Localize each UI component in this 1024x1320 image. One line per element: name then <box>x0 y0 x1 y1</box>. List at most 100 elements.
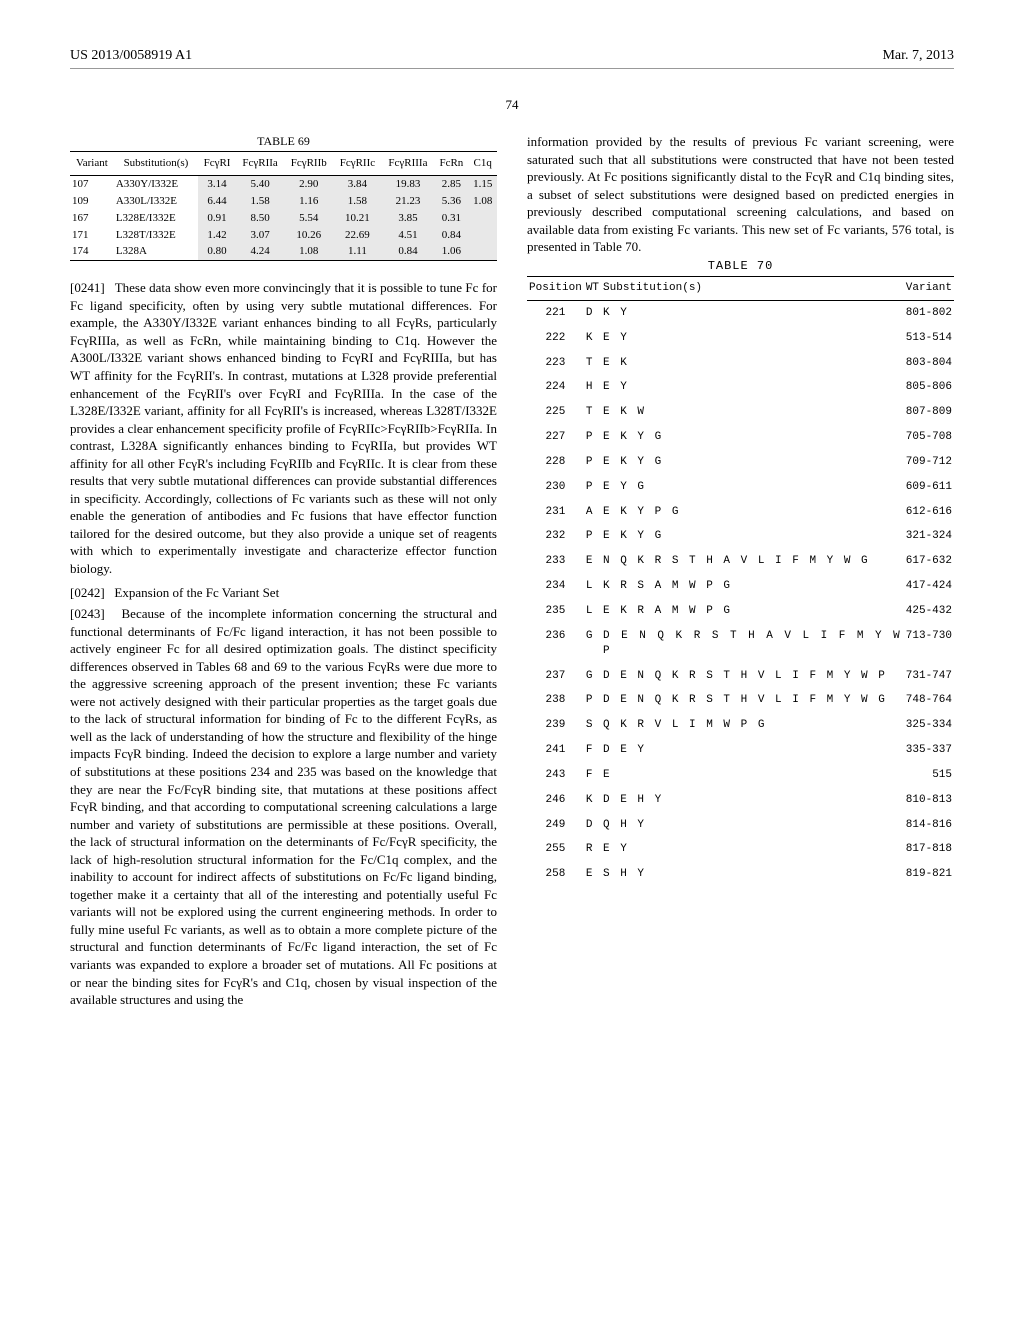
table-cell: 171 <box>70 227 114 244</box>
table-cell: 5.54 <box>284 210 333 227</box>
table-cell: L <box>584 574 601 599</box>
table-row: 231AE K Y P G612-616 <box>527 500 954 525</box>
table-cell <box>468 243 497 260</box>
table-cell <box>468 210 497 227</box>
table-cell: 221 <box>527 300 584 325</box>
table-row: 235LE K R A M W P G425-432 <box>527 599 954 624</box>
table-cell: 1.58 <box>236 193 284 210</box>
table-cell: Q K R V L I M W P G <box>601 713 904 738</box>
table-cell: D <box>584 813 601 838</box>
table-cell: 425-432 <box>904 599 954 624</box>
table-cell: 417-424 <box>904 574 954 599</box>
table-cell: 515 <box>904 763 954 788</box>
table-cell: S <box>584 713 601 738</box>
table-cell: D <box>584 300 601 325</box>
table-cell: 609-611 <box>904 475 954 500</box>
para-text: These data show even more convincingly t… <box>70 280 497 576</box>
table-cell: 612-616 <box>904 500 954 525</box>
table-cell: 1.08 <box>468 193 497 210</box>
table-cell: P <box>584 450 601 475</box>
table-cell: 1.42 <box>198 227 236 244</box>
table-cell: G <box>584 664 601 689</box>
table-cell: A330L/I332E <box>114 193 198 210</box>
table-cell: P <box>584 425 601 450</box>
table-70: TABLE 70 PositionWTSubstitution(s)Varian… <box>527 258 954 887</box>
table-cell: D E N Q K R S T H A V L I F M Y W P <box>601 624 904 664</box>
table-cell: 4.51 <box>382 227 435 244</box>
table-row: 174L328A0.804.241.081.110.841.06 <box>70 243 497 260</box>
table-cell: F <box>584 738 601 763</box>
table-cell: 243 <box>527 763 584 788</box>
table-cell: F <box>584 763 601 788</box>
publication-number: US 2013/0058919 A1 <box>70 48 192 64</box>
table-cell: 713-730 <box>904 624 954 664</box>
table-row: 222KE Y513-514 <box>527 326 954 351</box>
table-cell: 10.26 <box>284 227 333 244</box>
table-69-header-cell: C1q <box>468 152 497 176</box>
table-cell: 3.14 <box>198 176 236 193</box>
table-cell: S H Y <box>601 862 904 887</box>
table-cell: 2.90 <box>284 176 333 193</box>
table-cell: 3.84 <box>333 176 381 193</box>
table-cell: 224 <box>527 375 584 400</box>
table-row: 239SQ K R V L I M W P G325-334 <box>527 713 954 738</box>
table-cell: 241 <box>527 738 584 763</box>
table-cell: E K Y P G <box>601 500 904 525</box>
table-cell: E K R A M W P G <box>601 599 904 624</box>
table-cell: P <box>584 688 601 713</box>
table-cell: E K Y G <box>601 524 904 549</box>
table-row: 109A330L/I332E6.441.581.161.5821.235.361… <box>70 193 497 210</box>
table-cell: E Y <box>601 837 904 862</box>
para-text: Because of the incomplete information co… <box>70 606 497 1007</box>
table-cell: 107 <box>70 176 114 193</box>
table-cell: 2.85 <box>434 176 468 193</box>
table-cell: E K Y G <box>601 450 904 475</box>
table-cell: 1.15 <box>468 176 497 193</box>
table-row: 228PE K Y G709-712 <box>527 450 954 475</box>
table-cell: 617-632 <box>904 549 954 574</box>
table-cell: 230 <box>527 475 584 500</box>
table-cell: 237 <box>527 664 584 689</box>
table-cell: D E H Y <box>601 788 904 813</box>
table-cell: 8.50 <box>236 210 284 227</box>
table-cell: 255 <box>527 837 584 862</box>
table-cell: 705-708 <box>904 425 954 450</box>
publication-date: Mar. 7, 2013 <box>882 48 954 64</box>
table-70-header-cell: Position <box>527 277 584 301</box>
table-cell: 805-806 <box>904 375 954 400</box>
para-num: [0241] <box>70 280 105 295</box>
table-cell: 21.23 <box>382 193 435 210</box>
para-num: [0243] <box>70 606 105 621</box>
table-cell: N Q K R S T H A V L I F M Y W G <box>601 549 904 574</box>
table-cell: 109 <box>70 193 114 210</box>
table-cell: E <box>601 763 904 788</box>
table-cell: 3.07 <box>236 227 284 244</box>
table-69-header-cell: Variant <box>70 152 114 176</box>
table-70-header-cell: WT <box>584 277 601 301</box>
table-cell: 10.21 <box>333 210 381 227</box>
table-cell: E <box>584 862 601 887</box>
table-cell: L328A <box>114 243 198 260</box>
table-row: 233EN Q K R S T H A V L I F M Y W G617-6… <box>527 549 954 574</box>
table-69-header-cell: FcγRIIc <box>333 152 381 176</box>
table-cell: 167 <box>70 210 114 227</box>
table-cell: 810-813 <box>904 788 954 813</box>
table-row: 221DK Y801-802 <box>527 300 954 325</box>
table-cell: L328E/I332E <box>114 210 198 227</box>
table-row: 236GD E N Q K R S T H A V L I F M Y W P7… <box>527 624 954 664</box>
table-70-caption: TABLE 70 <box>527 258 954 274</box>
table-69-header-cell: FcγRIIIa <box>382 152 435 176</box>
table-cell: 239 <box>527 713 584 738</box>
table-cell: T <box>584 400 601 425</box>
table-69-header-cell: FcRn <box>434 152 468 176</box>
table-cell: G <box>584 624 601 664</box>
table-cell: D E N Q K R S T H V L I F M Y W G <box>601 688 904 713</box>
table-cell: 4.24 <box>236 243 284 260</box>
table-cell: 803-804 <box>904 351 954 376</box>
table-cell: P <box>584 475 601 500</box>
table-cell: 223 <box>527 351 584 376</box>
table-cell: E Y <box>601 375 904 400</box>
table-row: 107A330Y/I332E3.145.402.903.8419.832.851… <box>70 176 497 193</box>
left-column: TABLE 69 VariantSubstitution(s)FcγRIFcγR… <box>70 133 497 1011</box>
table-cell: 6.44 <box>198 193 236 210</box>
